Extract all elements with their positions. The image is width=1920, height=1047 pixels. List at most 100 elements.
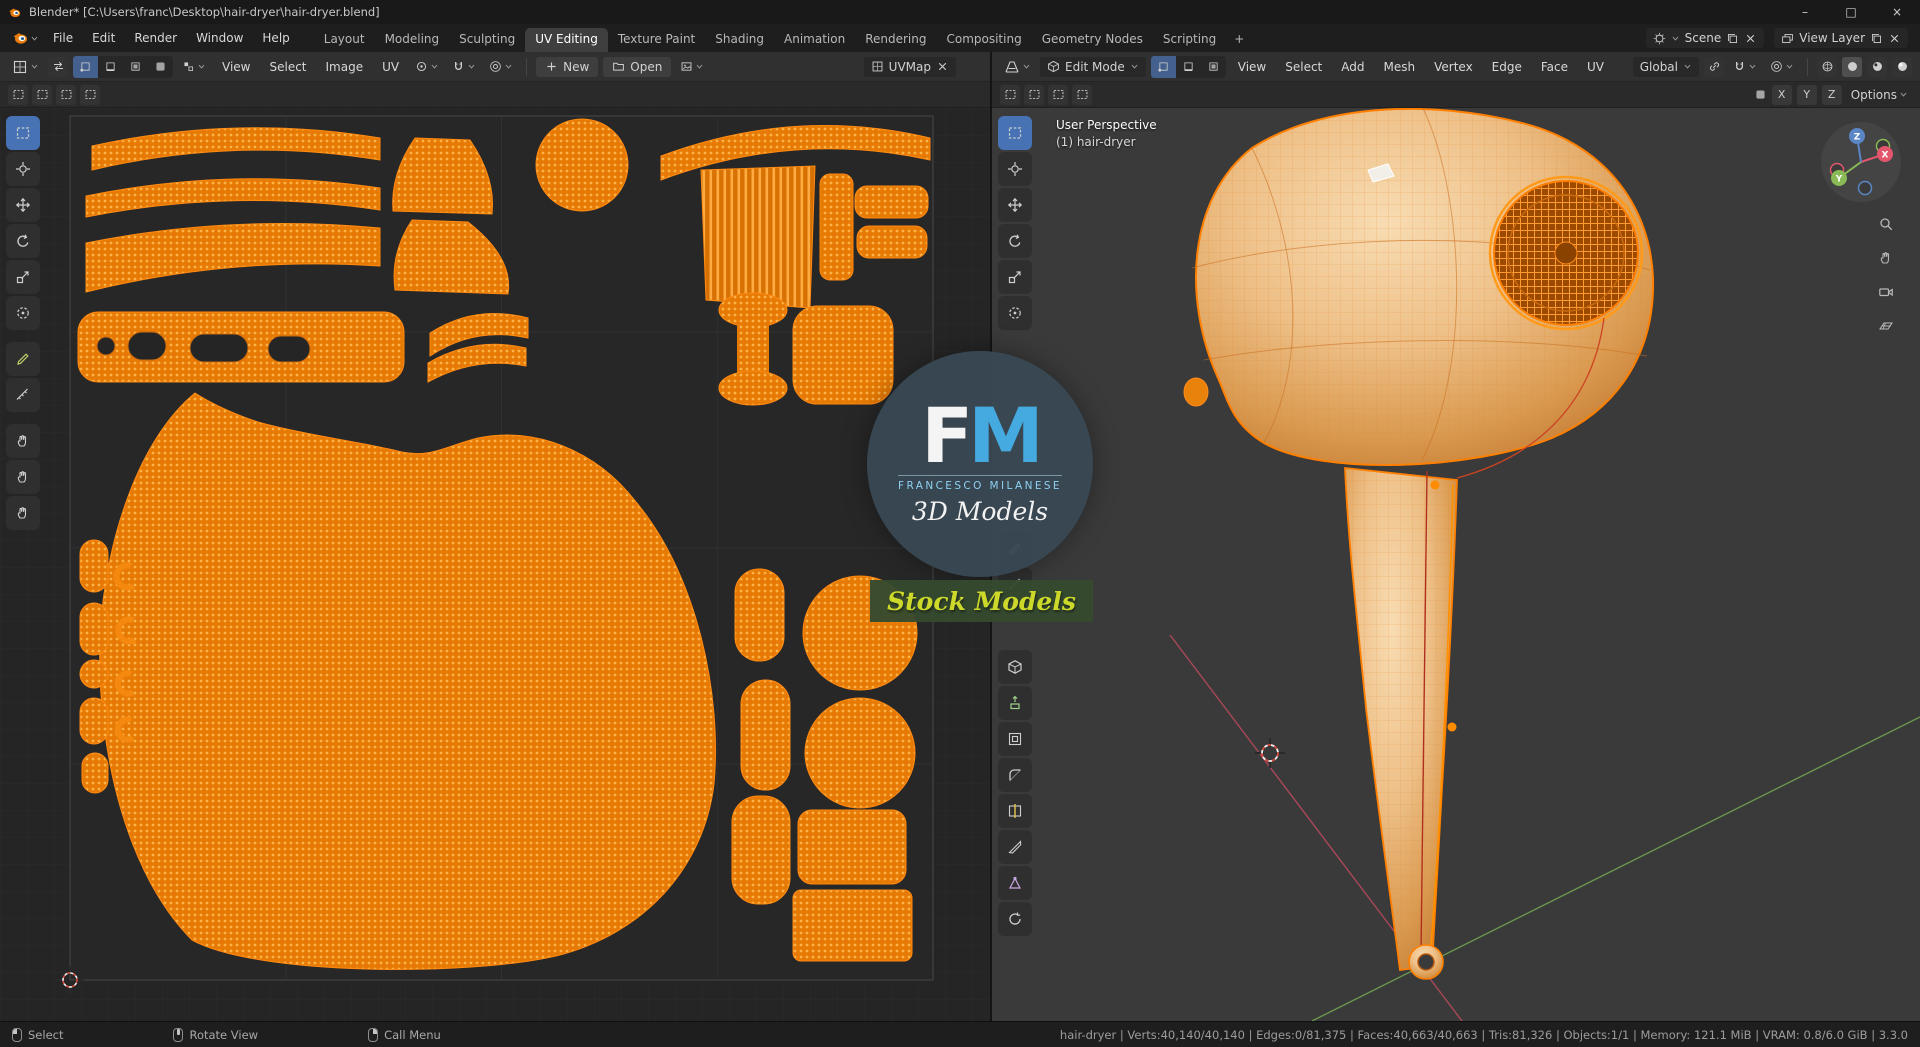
uv-menu-select[interactable]: Select — [262, 56, 313, 78]
tool-transform[interactable] — [998, 296, 1032, 330]
viewport-canvas[interactable] — [992, 108, 1920, 1021]
uv-select-island-button[interactable] — [148, 56, 173, 78]
vp-menu-select[interactable]: Select — [1278, 56, 1329, 78]
uvmap-selector[interactable]: UVMap — [863, 56, 956, 77]
proportional-edit-dropdown[interactable] — [1766, 57, 1798, 76]
tool-pinch[interactable] — [6, 496, 40, 530]
editor-type-button[interactable] — [1000, 56, 1035, 78]
tool-rotate[interactable] — [998, 224, 1032, 258]
uv-menu-view[interactable]: View — [215, 56, 257, 78]
navigation-gizmo[interactable]: X Y Z — [1819, 120, 1903, 204]
snap-dropdown[interactable] — [1729, 57, 1761, 76]
tab-shading[interactable]: Shading — [705, 28, 774, 52]
add-workspace-button[interactable]: + — [1226, 28, 1252, 52]
editor-type-button[interactable] — [8, 56, 43, 78]
pan-button[interactable] — [1874, 246, 1898, 270]
vp-menu-vertex[interactable]: Vertex — [1427, 56, 1480, 78]
vp-menu-mesh[interactable]: Mesh — [1377, 56, 1423, 78]
select-mode-new-button[interactable] — [8, 84, 28, 105]
mirror-y-button[interactable]: Y — [1796, 84, 1817, 105]
vp-menu-edge[interactable]: Edge — [1485, 56, 1529, 78]
copy-icon[interactable] — [1870, 32, 1883, 45]
edge-mode-button[interactable] — [1176, 56, 1201, 78]
sticky-select-dropdown[interactable] — [178, 57, 210, 76]
scene-selector[interactable]: Scene — [1645, 28, 1765, 48]
select-mode-extend-button[interactable] — [1024, 84, 1044, 105]
uv-select-edge-button[interactable] — [98, 56, 123, 78]
tool-scale[interactable] — [998, 260, 1032, 294]
tool-cursor[interactable] — [6, 152, 40, 186]
tab-uv-editing[interactable]: UV Editing — [525, 28, 608, 52]
tab-animation[interactable]: Animation — [774, 28, 855, 52]
menu-edit[interactable]: Edit — [83, 27, 124, 49]
close-button[interactable]: × — [1874, 0, 1920, 24]
tool-poly-build[interactable] — [998, 866, 1032, 900]
close-icon[interactable] — [1888, 32, 1901, 45]
tool-move[interactable] — [6, 188, 40, 222]
pivot-point-dropdown[interactable] — [411, 57, 443, 76]
tab-texture-paint[interactable]: Texture Paint — [608, 28, 705, 52]
shading-rendered-button[interactable] — [1892, 56, 1912, 77]
tool-inset[interactable] — [998, 722, 1032, 756]
vp-menu-view[interactable]: View — [1231, 56, 1273, 78]
tab-compositing[interactable]: Compositing — [936, 28, 1031, 52]
tool-loop-cut[interactable] — [998, 794, 1032, 828]
tool-select-box[interactable] — [6, 116, 40, 150]
tab-geometry-nodes[interactable]: Geometry Nodes — [1032, 28, 1153, 52]
tool-grab[interactable] — [6, 424, 40, 458]
vp-menu-uv[interactable]: UV — [1580, 56, 1611, 78]
copy-icon[interactable] — [1726, 32, 1739, 45]
tool-measure[interactable] — [6, 378, 40, 412]
select-mode-intersect-button[interactable] — [80, 84, 100, 105]
vertex-mode-button[interactable] — [1150, 55, 1176, 78]
mode-dropdown[interactable]: Edit Mode — [1040, 56, 1146, 77]
axis-minus-z[interactable] — [1857, 180, 1873, 196]
menu-help[interactable]: Help — [253, 27, 298, 49]
menu-file[interactable]: File — [44, 27, 82, 49]
tool-relax[interactable] — [6, 460, 40, 494]
uv-menu-uv[interactable]: UV — [375, 56, 406, 78]
tool-select-box[interactable] — [998, 116, 1032, 150]
vp-menu-face[interactable]: Face — [1534, 56, 1575, 78]
vp-menu-add[interactable]: Add — [1334, 56, 1371, 78]
options-dropdown[interactable]: Options — [1847, 85, 1912, 105]
mirror-z-button[interactable]: Z — [1821, 84, 1842, 105]
tab-layout[interactable]: Layout — [314, 28, 375, 52]
mirror-x-button[interactable]: X — [1771, 84, 1792, 105]
uv-canvas[interactable] — [0, 108, 990, 1021]
tab-rendering[interactable]: Rendering — [855, 28, 936, 52]
tool-transform[interactable] — [6, 296, 40, 330]
open-image-button[interactable]: Open — [603, 56, 672, 77]
select-mode-intersect-button[interactable] — [1072, 84, 1092, 105]
shading-solid-button[interactable] — [1842, 56, 1862, 77]
orientation-dropdown[interactable]: Global — [1632, 56, 1699, 77]
uv-select-face-button[interactable] — [123, 56, 148, 78]
zoom-button[interactable] — [1874, 212, 1898, 236]
uv-menu-image[interactable]: Image — [319, 56, 371, 78]
tab-scripting[interactable]: Scripting — [1153, 28, 1226, 52]
proportional-edit-dropdown[interactable] — [485, 57, 517, 76]
tool-spin[interactable] — [998, 902, 1032, 936]
tool-annotate[interactable] — [6, 342, 40, 376]
browse-image-dropdown[interactable] — [676, 57, 708, 76]
snap-target-button[interactable] — [1704, 56, 1724, 77]
close-icon[interactable] — [1744, 32, 1757, 45]
tool-cursor[interactable] — [998, 152, 1032, 186]
tool-rotate[interactable] — [6, 224, 40, 258]
select-mode-subtract-button[interactable] — [1048, 84, 1068, 105]
tool-add-cube[interactable] — [998, 650, 1032, 684]
select-mode-extend-button[interactable] — [32, 84, 52, 105]
toggle-ortho-button[interactable] — [1874, 314, 1898, 338]
blender-menu-button[interactable] — [8, 27, 43, 49]
uv-select-vertex-button[interactable] — [73, 55, 98, 78]
maximize-button[interactable]: □ — [1828, 0, 1874, 24]
tool-knife[interactable] — [998, 830, 1032, 864]
shading-material-button[interactable] — [1867, 56, 1887, 77]
minimize-button[interactable]: – — [1782, 0, 1828, 24]
tool-extrude[interactable] — [998, 686, 1032, 720]
shading-wireframe-button[interactable] — [1817, 56, 1837, 77]
new-image-button[interactable]: New — [536, 56, 599, 77]
tool-bevel[interactable] — [998, 758, 1032, 792]
camera-view-button[interactable] — [1874, 280, 1898, 304]
face-mode-button[interactable] — [1201, 56, 1226, 78]
